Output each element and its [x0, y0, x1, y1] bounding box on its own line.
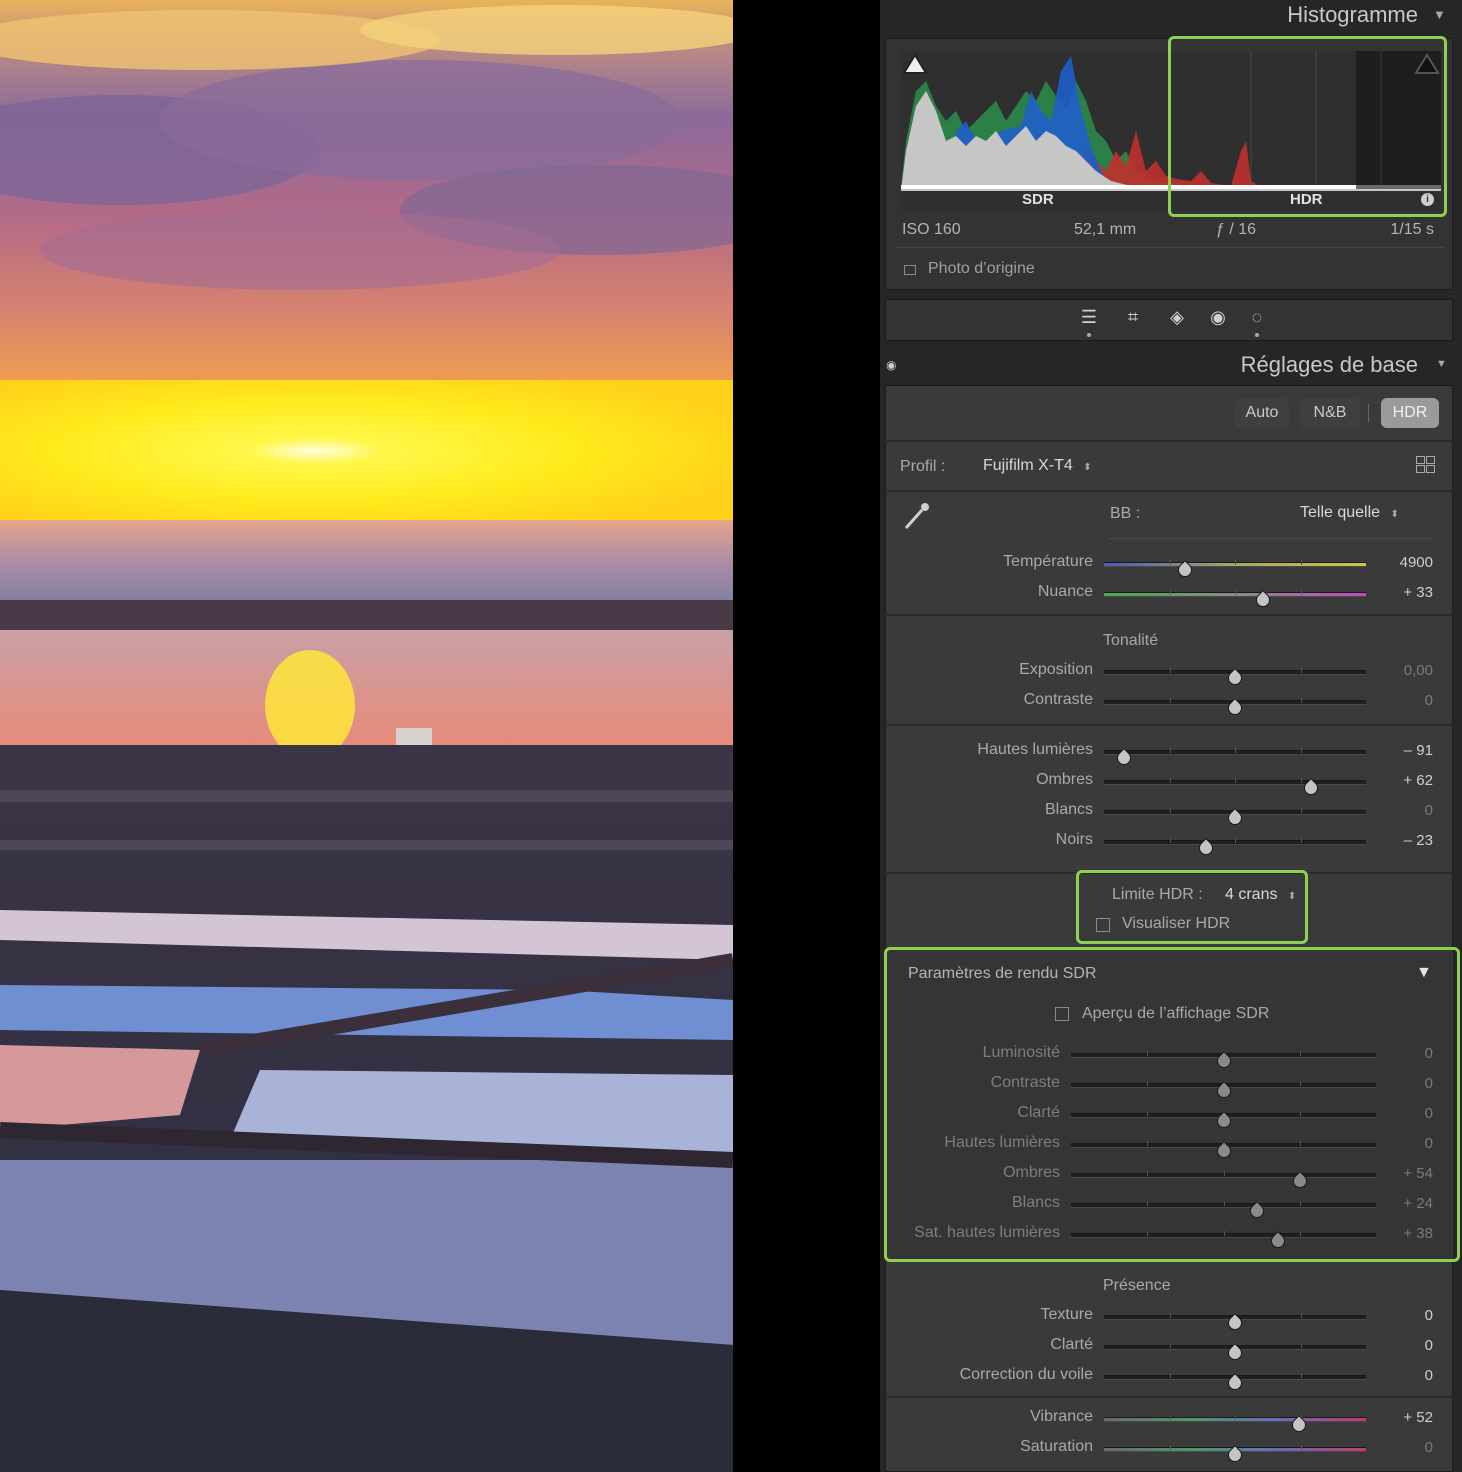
sdr-label: SDR [1022, 191, 1054, 208]
presence-title: Présence [1103, 1277, 1171, 1294]
wb-select[interactable]: Telle quelle ⬍ [1300, 504, 1399, 522]
sdr-highlight-frame [884, 947, 1460, 1262]
histogram-collapse-icon[interactable]: ▼ [1433, 7, 1446, 22]
auto-button[interactable]: Auto [1235, 398, 1289, 428]
slider-track[interactable] [1104, 778, 1366, 785]
slider-track[interactable] [1104, 1415, 1366, 1422]
updown-icon: ⬍ [1083, 462, 1092, 473]
tone-title: Tonalité [1103, 632, 1159, 649]
slider-label: Vibrance [1030, 1408, 1093, 1425]
eyedropper-icon[interactable] [902, 500, 932, 532]
histogram-title[interactable]: Histogramme [1287, 2, 1418, 28]
slider-value[interactable]: 4900 [1400, 554, 1433, 571]
slider-value[interactable]: 0,00 [1404, 662, 1433, 679]
hdr-button[interactable]: HDR [1381, 398, 1439, 428]
slider-label: Clarté [1050, 1336, 1093, 1353]
slider-track[interactable] [1104, 560, 1366, 567]
slider-track[interactable] [1104, 1445, 1366, 1452]
crop-icon[interactable]: ⌗ [1121, 305, 1145, 329]
slider-track[interactable] [1104, 1313, 1366, 1320]
panel-visibility-icon[interactable]: ◉ [886, 358, 896, 372]
eraser-icon[interactable]: ◈ [1165, 305, 1189, 329]
photo-preview[interactable] [0, 0, 733, 1472]
slider-label: Température [1003, 553, 1093, 570]
basic-title[interactable]: Réglages de base [1241, 352, 1418, 378]
profile-browser-icon[interactable] [1416, 456, 1436, 474]
hdr-limit-highlight [1076, 870, 1308, 944]
slider-label: Exposition [1019, 661, 1093, 678]
slider-value[interactable]: 0 [1425, 802, 1433, 819]
slider-label: Texture [1040, 1306, 1093, 1323]
button-separator [1368, 404, 1369, 422]
original-photo-checkbox[interactable] [904, 265, 916, 275]
slider-track[interactable] [1104, 668, 1366, 675]
slider-value[interactable]: + 52 [1403, 1409, 1433, 1426]
tool-strip: ☰ ⌗ ◈ ◉ ◌ [885, 299, 1453, 341]
slider-value[interactable]: – 23 [1404, 832, 1433, 849]
slider-value[interactable]: + 33 [1403, 584, 1433, 601]
slider-track[interactable] [1104, 748, 1366, 755]
focal-value: 52,1 mm [1074, 221, 1137, 238]
basic-collapse-icon[interactable]: ▼ [1436, 358, 1447, 370]
sliders-icon[interactable]: ☰ [1077, 305, 1101, 329]
slider-value[interactable]: – 91 [1404, 742, 1433, 759]
slider-track[interactable] [1104, 590, 1366, 597]
slider-label: Blancs [1044, 801, 1093, 818]
slider-track[interactable] [1104, 838, 1366, 845]
wb-label: BB : [1110, 505, 1141, 522]
slider-track[interactable] [1104, 808, 1366, 815]
redeye-icon[interactable]: ◉ [1206, 305, 1230, 329]
original-photo-label[interactable]: Photo d’origine [928, 260, 1035, 278]
profile-value: Fujifilm X-T4 [983, 457, 1073, 474]
slider-label: Saturation [1020, 1438, 1093, 1455]
profile-select[interactable]: Fujifilm X-T4 ⬍ [983, 457, 1092, 475]
iso-value: ISO 160 [902, 221, 961, 238]
slider-label: Ombres [1036, 771, 1093, 788]
slider-track[interactable] [1104, 1343, 1366, 1350]
develop-panel: Histogramme ▼ SDR HDR i ISO 160 52,1 mm … [880, 0, 1462, 1472]
slider-label: Noirs [1055, 831, 1093, 848]
profile-label: Profil : [900, 458, 946, 475]
slider-label: Hautes lumières [977, 741, 1093, 758]
slider-label: Contraste [1023, 691, 1093, 708]
slider-value[interactable]: 0 [1425, 1367, 1433, 1384]
slider-value[interactable]: 0 [1425, 692, 1433, 709]
slider-value[interactable]: 0 [1425, 1337, 1433, 1354]
slider-label: Correction du voile [959, 1366, 1093, 1383]
mask-icon[interactable]: ◌ [1245, 305, 1269, 329]
slider-value[interactable]: 0 [1425, 1439, 1433, 1456]
updown-icon: ⬍ [1390, 509, 1399, 520]
aperture-value: ƒ / 16 [1216, 221, 1257, 238]
wb-value: Telle quelle [1300, 504, 1381, 521]
slider-value[interactable]: + 62 [1403, 772, 1433, 789]
sunset-salt-flats-image [0, 0, 733, 1472]
slider-track[interactable] [1104, 1373, 1366, 1380]
slider-track[interactable] [1104, 698, 1366, 705]
slider-value[interactable]: 0 [1425, 1307, 1433, 1324]
shutter-value: 1/15 s [1390, 221, 1434, 238]
slider-label: Nuance [1037, 583, 1093, 600]
bw-button[interactable]: N&B [1300, 398, 1360, 428]
hdr-highlight-frame [1168, 36, 1447, 217]
